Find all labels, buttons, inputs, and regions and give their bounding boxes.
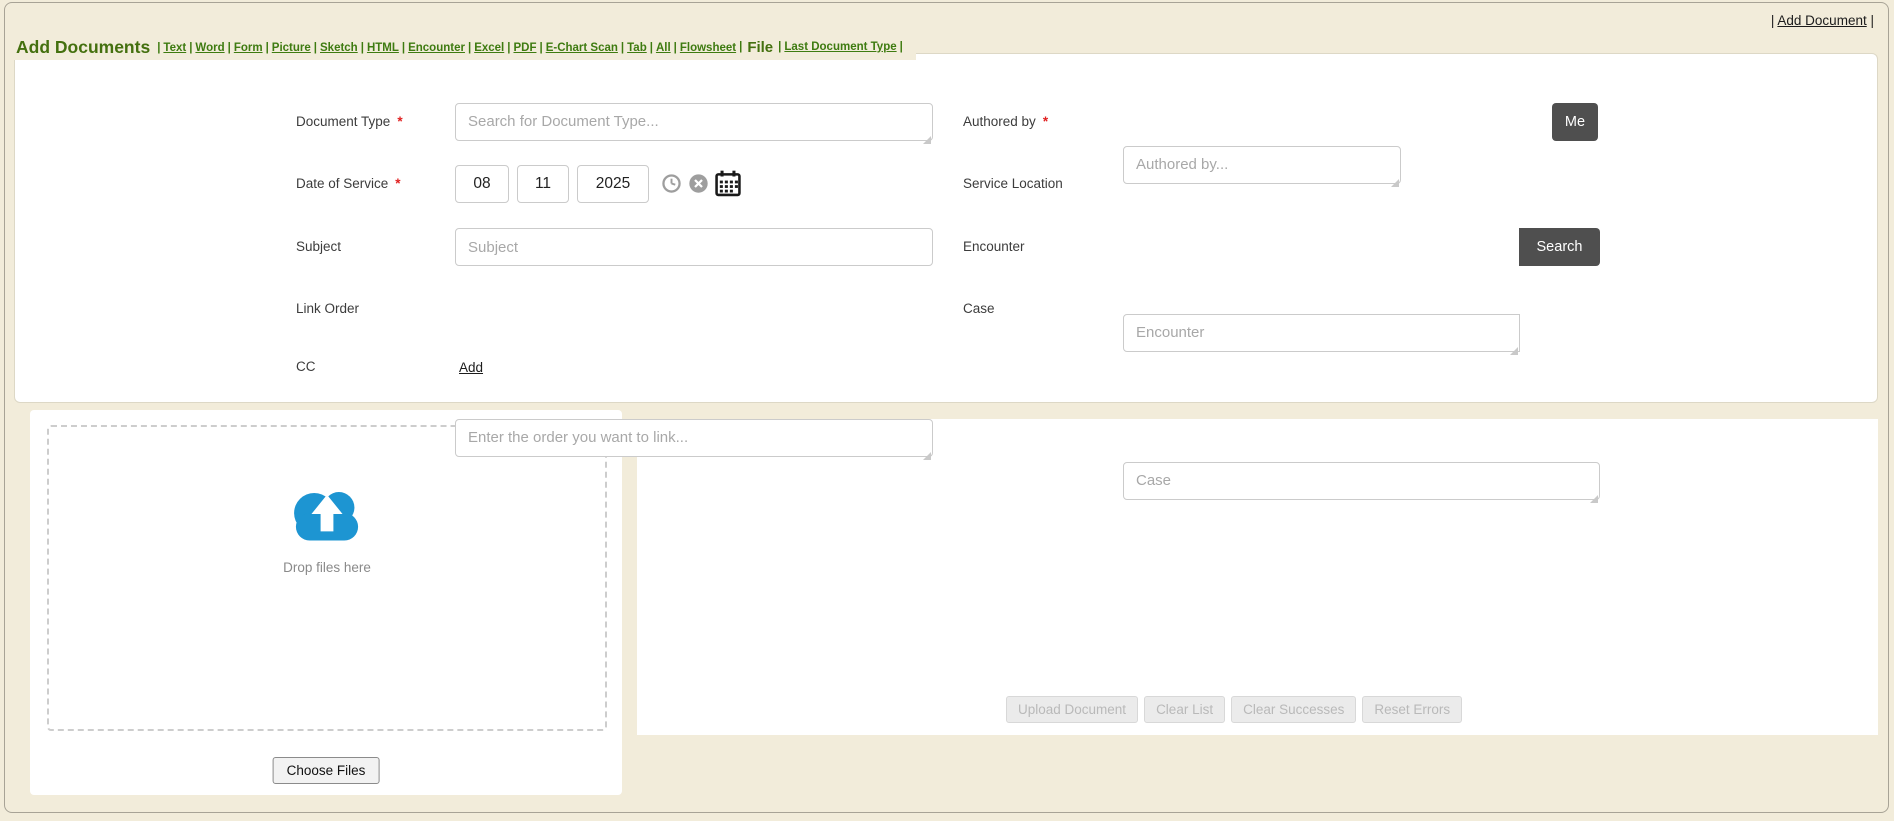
calendar-icon[interactable] xyxy=(714,169,742,198)
subject-input[interactable] xyxy=(455,228,933,266)
case-field-wrap xyxy=(1123,462,1600,505)
separator: | xyxy=(399,42,408,54)
separator: | xyxy=(618,42,627,54)
doc-type-link-form[interactable]: Form xyxy=(234,42,263,54)
required-marker: * xyxy=(395,176,400,191)
cloud-upload-icon xyxy=(281,482,373,546)
clear-date-icon[interactable] xyxy=(688,173,709,194)
separator: | xyxy=(465,42,474,54)
authored-by-label: Authored by* xyxy=(963,103,1048,141)
required-marker: * xyxy=(1043,114,1048,129)
drop-files-zone[interactable]: Drop files here xyxy=(47,425,607,731)
doc-type-link-e-chart-scan[interactable]: E-Chart Scan xyxy=(546,42,618,54)
page-title: Add Documents xyxy=(16,37,150,58)
separator: | xyxy=(1771,13,1775,28)
me-button[interactable]: Me xyxy=(1552,103,1598,141)
doc-type-link-tab[interactable]: Tab xyxy=(627,42,647,54)
doc-type-link-all[interactable]: All xyxy=(656,42,671,54)
doc-type-link-flowsheet[interactable]: Flowsheet xyxy=(680,42,736,54)
date-day-input[interactable] xyxy=(517,165,569,203)
authored-by-input[interactable] xyxy=(1123,146,1401,184)
separator: | xyxy=(647,42,656,54)
separator: | xyxy=(225,42,234,54)
action-button-upload-document[interactable]: Upload Document xyxy=(1006,696,1138,723)
cc-add-link[interactable]: Add xyxy=(459,360,483,375)
date-year-input[interactable] xyxy=(577,165,649,203)
subject-field-wrap xyxy=(455,228,933,266)
encounter-search-button[interactable]: Search xyxy=(1519,228,1600,266)
doc-type-link-picture[interactable]: Picture xyxy=(272,42,311,54)
top-right-nav: | Add Document | xyxy=(1771,13,1874,28)
link-order-label: Link Order xyxy=(296,290,359,328)
subject-label: Subject xyxy=(296,228,341,266)
separator: | xyxy=(736,41,745,53)
last-document-type-link[interactable]: Last Document Type xyxy=(784,41,896,53)
case-input[interactable] xyxy=(1123,462,1600,500)
separator: | xyxy=(1870,13,1874,28)
action-button-clear-successes[interactable]: Clear Successes xyxy=(1231,696,1356,723)
link-order-input[interactable] xyxy=(455,419,933,457)
doc-type-link-text[interactable]: Text xyxy=(163,42,186,54)
encounter-input[interactable] xyxy=(1123,314,1520,352)
doc-type-link-word[interactable]: Word xyxy=(195,42,224,54)
separator: | xyxy=(536,42,545,54)
header-legend: Add Documents |Text|Word|Form|Picture|Sk… xyxy=(10,34,916,60)
separator: | xyxy=(897,41,906,53)
separator: | xyxy=(358,42,367,54)
clock-icon[interactable] xyxy=(661,173,682,194)
link-order-field-wrap xyxy=(455,419,933,462)
action-button-clear-list[interactable]: Clear List xyxy=(1144,696,1225,723)
separator: | xyxy=(263,42,272,54)
document-type-label: Document Type* xyxy=(296,103,403,141)
doc-type-link-html[interactable]: HTML xyxy=(367,42,399,54)
encounter-field-wrap xyxy=(1123,314,1520,357)
upload-panel: Drop files here Choose Files xyxy=(30,410,622,795)
add-documents-page: | Add Document | Add Documents |Text|Wor… xyxy=(0,0,1894,821)
date-of-service-label: Date of Service* xyxy=(296,165,401,203)
doc-type-link-encounter[interactable]: Encounter xyxy=(408,42,465,54)
doc-type-link-excel[interactable]: Excel xyxy=(474,42,504,54)
add-document-link[interactable]: Add Document xyxy=(1777,13,1866,28)
choose-files-button[interactable]: Choose Files xyxy=(273,757,380,784)
separator: | xyxy=(671,42,680,54)
service-location-label: Service Location xyxy=(963,165,1063,203)
doc-type-link-sketch[interactable]: Sketch xyxy=(320,42,358,54)
document-type-input[interactable] xyxy=(455,103,933,141)
upload-action-buttons: Upload DocumentClear ListClear Successes… xyxy=(1006,696,1462,723)
drop-files-text: Drop files here xyxy=(283,560,371,575)
date-month-input[interactable] xyxy=(455,165,509,203)
cc-label: CC xyxy=(296,355,316,379)
doc-type-active-file[interactable]: File xyxy=(745,39,775,56)
action-button-reset-errors[interactable]: Reset Errors xyxy=(1362,696,1462,723)
separator: | xyxy=(311,42,320,54)
encounter-label: Encounter xyxy=(963,228,1025,266)
case-label: Case xyxy=(963,290,995,328)
doc-type-links: |Text|Word|Form|Picture|Sketch|HTML|Enco… xyxy=(154,38,736,56)
required-marker: * xyxy=(397,114,402,129)
document-type-field-wrap xyxy=(455,103,933,146)
doc-type-link-pdf[interactable]: PDF xyxy=(513,42,536,54)
authored-by-field-wrap xyxy=(1123,146,1401,189)
separator: | xyxy=(775,41,784,53)
